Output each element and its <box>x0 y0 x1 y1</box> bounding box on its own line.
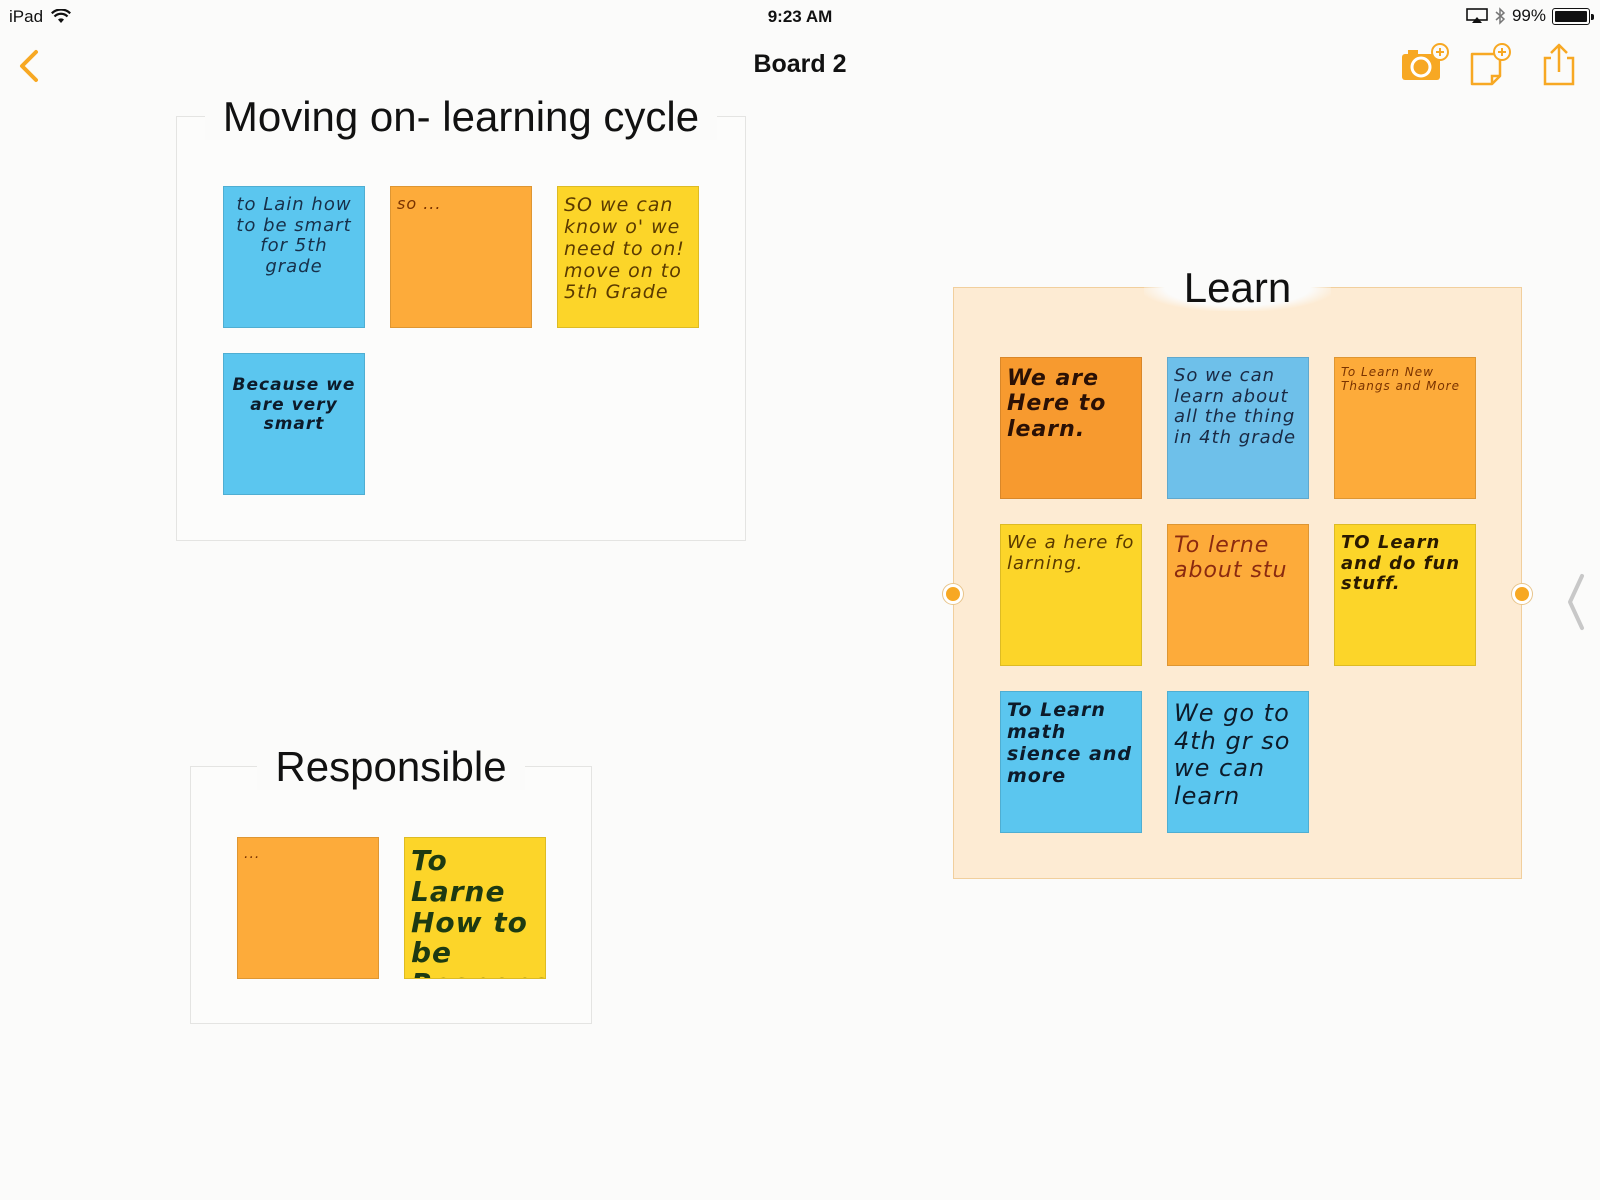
airplay-icon <box>1466 8 1488 23</box>
chevron-left-icon <box>1568 574 1584 630</box>
sticky-note[interactable]: To Larne How to be Responsi <box>404 837 546 979</box>
battery-percent: 99% <box>1511 6 1546 25</box>
section-moving-on[interactable]: Moving on- learning cycle to Lain how to… <box>176 93 746 541</box>
note-add-icon <box>1470 43 1511 86</box>
chevron-left-icon <box>20 50 38 82</box>
sticky-note[interactable]: We go to 4th gr so we can learn <box>1167 691 1309 833</box>
nav-bar: Board 2 <box>0 34 1600 96</box>
status-time: 9:23 AM <box>767 7 833 26</box>
sticky-note[interactable]: to Lain how to be smart for 5th grade <box>223 186 365 328</box>
page-title: Board 2 <box>753 50 847 78</box>
side-panel-toggle[interactable] <box>1564 572 1588 632</box>
section-learn[interactable]: Learn We are Here to learn. So we can le… <box>953 264 1522 879</box>
status-bar: iPad 9:23 AM 99% <box>0 0 1600 34</box>
section-title: Learn <box>954 262 1521 314</box>
camera-add-icon <box>1402 43 1449 80</box>
sticky-note[interactable]: We a here fo larning. <box>1000 524 1142 666</box>
section-title: Responsible <box>191 741 591 793</box>
sticky-note[interactable]: To Learn math sience and more <box>1000 691 1142 833</box>
status-right: 99% <box>1466 6 1594 26</box>
sticky-note[interactable]: To lerne about stu <box>1167 524 1309 666</box>
sticky-note[interactable]: TO Learn and do fun stuff. <box>1334 524 1476 666</box>
add-photo-button[interactable] <box>1400 42 1449 88</box>
sticky-note[interactable]: ... <box>237 837 379 979</box>
sticky-note[interactable]: We are Here to learn. <box>1000 357 1142 499</box>
resize-handle-right[interactable] <box>1512 584 1532 604</box>
section-responsible[interactable]: Responsible ... To Larne How to be Respo… <box>190 743 592 1024</box>
sticky-note[interactable]: Because we are very smart <box>223 353 365 495</box>
back-button[interactable] <box>12 46 52 86</box>
section-title: Moving on- learning cycle <box>177 91 745 143</box>
battery-icon <box>1552 7 1594 25</box>
sticky-note[interactable]: so ... <box>390 186 532 328</box>
sticky-note[interactable]: To Learn New Thangs and More <box>1334 357 1476 499</box>
add-note-button[interactable] <box>1468 42 1514 88</box>
resize-handle-left[interactable] <box>943 584 963 604</box>
share-icon <box>1543 43 1575 86</box>
nav-actions <box>1400 42 1582 88</box>
bluetooth-icon <box>1495 7 1506 25</box>
sticky-note[interactable]: SO we can know o' we need to on! move on… <box>557 186 699 328</box>
sticky-note[interactable]: So we can learn about all the thing in 4… <box>1167 357 1309 499</box>
share-button[interactable] <box>1536 42 1582 88</box>
